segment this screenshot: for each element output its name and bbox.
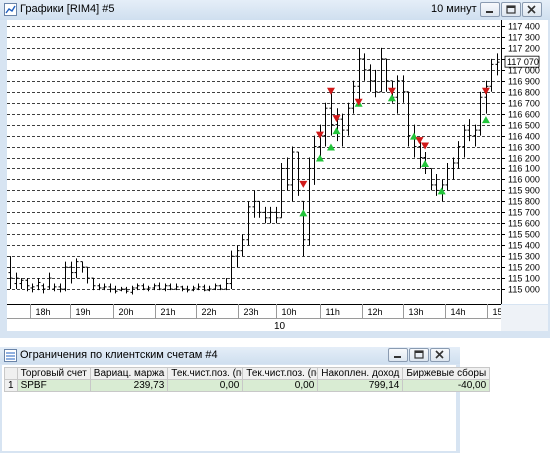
y-tick-label: 115 400 (508, 241, 540, 251)
limits-titlebar[interactable]: Ограничения по клиентским счетам #4 (0, 347, 460, 364)
y-tick-label: 116 000 (508, 175, 540, 185)
chart-window-icon (4, 3, 17, 16)
limits-window-title: Ограничения по клиентским счетам #4 (20, 349, 218, 361)
x-tick-label: 13h (409, 307, 424, 317)
y-tick-label: 116 500 (508, 121, 540, 131)
table-row[interactable]: 1 SPBF 239,73 0,00 0,00 799,14 -40,00 (4, 379, 491, 392)
y-tick-label: 115 000 (508, 285, 540, 295)
current-price-marker: 117 070 (504, 55, 540, 68)
y-tick-label: 116 900 (508, 77, 540, 87)
col-header-rownum[interactable] (4, 367, 18, 380)
x-tick-label: 11h (326, 307, 340, 317)
chart-window: Графики [RIM4] #5 10 минут 117 400 117 30… (0, 0, 550, 338)
chart-maximize-button[interactable] (501, 2, 521, 17)
limits-window: Ограничения по клиентским счетам #4 Торг… (0, 347, 491, 453)
y-tick-label: 116 800 (508, 88, 540, 98)
cell-margin: 239,73 (89, 379, 169, 392)
y-tick-label: 116 400 (508, 132, 540, 142)
row-number: 1 (4, 379, 18, 392)
col-header-account[interactable]: Торговый счет (16, 367, 91, 380)
y-tick-label: 115 600 (508, 219, 540, 229)
chart-minimize-button[interactable] (480, 2, 500, 17)
timeframe-label[interactable]: 10 минут (431, 3, 477, 15)
y-tick-label: 117 300 (508, 33, 540, 43)
y-tick-label: 116 200 (508, 154, 540, 164)
price-chart[interactable]: 117 400117 300117 200117 100117 000116 9… (0, 20, 550, 334)
y-tick-label: 115 300 (508, 252, 540, 262)
x-tick-label: 19h (76, 307, 91, 317)
limits-table: Торговый счет Вариац. маржа Тек.чист.поз… (4, 367, 491, 392)
cell-fees: -40,00 (402, 379, 491, 392)
y-tick-label: 115 800 (508, 197, 540, 207)
y-tick-label: 116 600 (508, 110, 540, 120)
table-header-row: Торговый счет Вариац. маржа Тек.чист.поз… (4, 367, 491, 380)
y-tick-label: 117 400 (508, 22, 540, 32)
y-tick-label: 116 300 (508, 143, 540, 153)
y-tick-label: 115 900 (508, 186, 540, 196)
col-header-income[interactable]: Накоплен. доход (317, 367, 404, 380)
y-tick-label: 116 100 (508, 164, 540, 174)
y-tick-label: 117 200 (508, 44, 540, 54)
chart-scrollbar-corner (501, 305, 548, 331)
chart-window-title: Графики [RIM4] #5 (20, 3, 115, 15)
col-header-pos1[interactable]: Тек.чист.поз. (под (167, 367, 244, 380)
x-tick-label: 12h (368, 307, 383, 317)
cell-pos2: 0,00 (242, 379, 319, 392)
x-tick-label: 18h (36, 307, 51, 317)
x-tick-label: 20h (119, 307, 134, 317)
limits-close-button[interactable] (430, 348, 450, 362)
x-tick-label: 22h (202, 307, 217, 317)
limits-minimize-button[interactable] (388, 348, 408, 362)
chart-close-button[interactable] (522, 2, 542, 17)
x-tick-label: 21h (161, 307, 176, 317)
y-tick-label: 115 700 (508, 208, 540, 218)
y-tick-label: 116 700 (508, 99, 540, 109)
col-header-pos2[interactable]: Тек.чист.поз. (под (242, 367, 319, 380)
col-header-fees[interactable]: Биржевые сборы (402, 367, 491, 380)
x-tick-label: 14h (451, 307, 466, 317)
cell-account: SPBF (16, 379, 91, 392)
current-price-label: 117 070 (507, 57, 539, 67)
limits-maximize-button[interactable] (409, 348, 429, 362)
date-label: 10 (274, 321, 286, 332)
x-tick-label: 10h (282, 307, 297, 317)
x-tick-label: 23h (244, 307, 259, 317)
chart-titlebar[interactable]: Графики [RIM4] #5 10 минут (0, 0, 550, 20)
col-header-margin[interactable]: Вариац. маржа (89, 367, 169, 380)
limits-window-icon (4, 349, 17, 362)
y-tick-label: 115 100 (508, 274, 540, 284)
cell-income: 799,14 (317, 379, 404, 392)
cell-pos1: 0,00 (167, 379, 244, 392)
y-tick-label: 115 200 (508, 263, 540, 273)
y-tick-label: 115 500 (508, 230, 540, 240)
